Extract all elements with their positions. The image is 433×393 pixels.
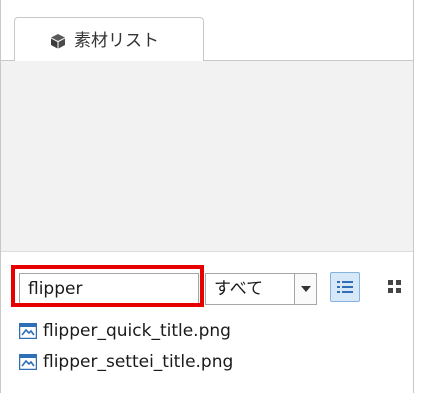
filter-dropdown-button[interactable] <box>294 274 316 304</box>
tab-label: 素材リスト <box>74 31 159 51</box>
image-file-icon <box>18 353 38 371</box>
file-list-item[interactable]: flipper_settei_title.png <box>1 347 413 377</box>
grid-view-icon <box>388 280 401 293</box>
cube-icon <box>50 33 66 49</box>
search-input[interactable] <box>19 273 199 305</box>
chevron-down-icon <box>301 286 311 292</box>
filter-selected-value: すべて <box>214 279 264 299</box>
list-view-icon <box>337 281 353 293</box>
asset-list-panel: 素材リスト すべて <box>0 0 433 393</box>
panel-border-right <box>413 0 414 393</box>
asset-preview-area <box>1 61 413 252</box>
grid-view-button[interactable] <box>380 272 410 302</box>
list-view-button[interactable] <box>330 272 360 302</box>
file-list-item[interactable]: flipper_quick_title.png <box>1 316 413 346</box>
file-name: flipper_quick_title.png <box>43 321 231 341</box>
file-name: flipper_settei_title.png <box>43 352 234 372</box>
tab-asset-list[interactable]: 素材リスト <box>14 17 204 61</box>
filter-select[interactable]: すべて <box>205 273 317 305</box>
image-file-icon <box>18 322 38 340</box>
